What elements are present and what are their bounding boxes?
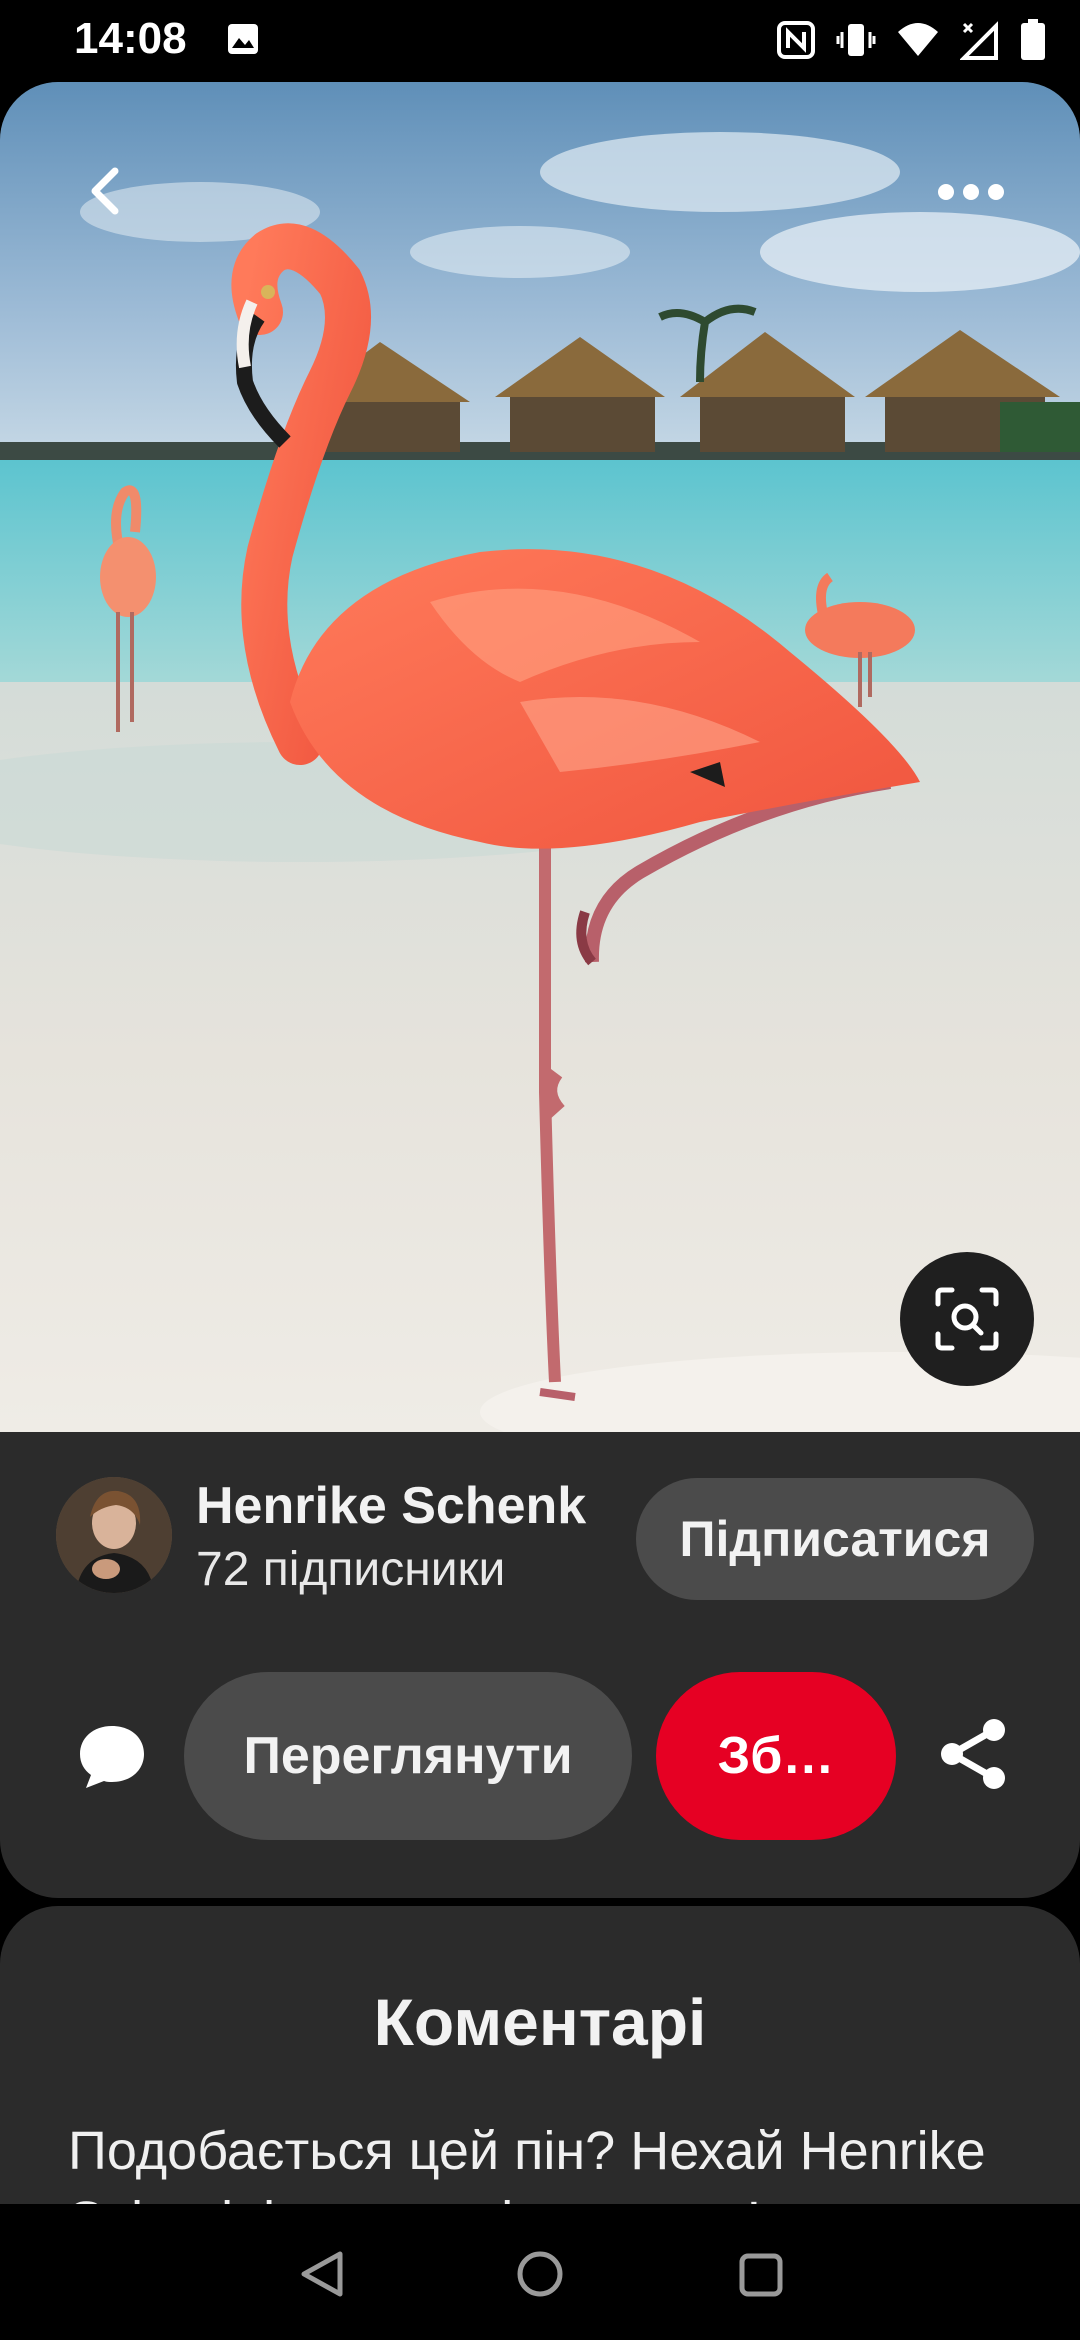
visual-search-icon <box>935 1287 999 1351</box>
nfc-icon <box>777 21 815 59</box>
more-dots-icon <box>938 184 1004 200</box>
status-time: 14:08 <box>74 14 187 63</box>
author-section: Henrike Schenk 72 підписники Підписатися <box>0 1432 1080 1672</box>
action-bar: Переглянути Зб… <box>0 1672 1080 1872</box>
back-button[interactable] <box>74 160 136 222</box>
follower-count: 72 підписники <box>196 1543 506 1596</box>
avatar-image <box>56 1477 172 1593</box>
wifi-icon <box>898 23 938 56</box>
flamingo-photo <box>0 82 1080 1432</box>
view-button[interactable]: Переглянути <box>184 1672 632 1840</box>
nav-back-icon[interactable] <box>296 2248 348 2300</box>
signal-icon <box>960 21 998 60</box>
more-options-button[interactable] <box>928 164 1014 220</box>
avatar[interactable] <box>56 1477 172 1593</box>
status-bar: 14:08 <box>0 0 1080 80</box>
follow-button[interactable]: Підписатися <box>636 1478 1034 1600</box>
pin-card: Henrike Schenk 72 підписники Підписатися… <box>0 82 1080 1898</box>
visual-search-button[interactable] <box>900 1252 1034 1386</box>
share-icon[interactable] <box>936 1716 1012 1792</box>
system-nav-bar <box>0 2204 1080 2340</box>
comment-icon[interactable] <box>76 1720 148 1792</box>
status-icons <box>776 16 1046 64</box>
chevron-left-icon <box>91 167 119 215</box>
nav-recents-icon[interactable] <box>738 2252 784 2298</box>
nav-home-icon[interactable] <box>514 2248 566 2300</box>
comments-title: Коментарі <box>373 1985 707 2059</box>
pin-image[interactable] <box>0 82 1080 1432</box>
battery-icon <box>1021 19 1045 60</box>
save-button[interactable]: Зб… <box>656 1672 896 1840</box>
vibrate-icon <box>836 24 876 56</box>
author-name[interactable]: Henrike Schenk <box>196 1476 586 1536</box>
gallery-icon <box>228 24 258 54</box>
